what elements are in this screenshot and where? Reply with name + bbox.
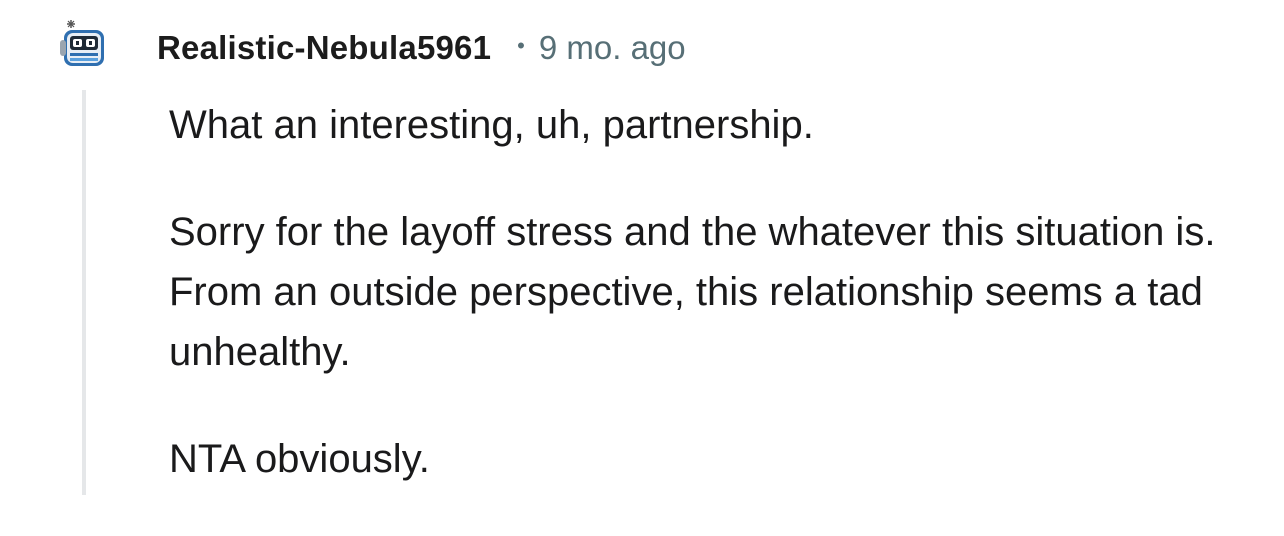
thread-line[interactable] xyxy=(82,90,86,495)
comment-body: What an interesting, uh, partnership. So… xyxy=(169,95,1229,536)
comment-timestamp[interactable]: 9 mo. ago xyxy=(539,29,686,67)
meta-separator: • xyxy=(517,33,525,58)
comment: Realistic-Nebula5961 • 9 mo. ago What an… xyxy=(0,0,1284,495)
comment-paragraph: NTA obviously. xyxy=(169,437,430,481)
comment-paragraph: What an interesting, uh, partnership. xyxy=(169,103,814,147)
snoo-avatar-icon xyxy=(60,20,104,66)
author-name[interactable]: Realistic-Nebula5961 xyxy=(157,29,491,67)
avatar[interactable] xyxy=(58,18,110,70)
comment-paragraph: Sorry for the layoff stress and the what… xyxy=(169,210,1216,374)
comment-meta: Realistic-Nebula5961 • 9 mo. ago xyxy=(157,26,686,70)
